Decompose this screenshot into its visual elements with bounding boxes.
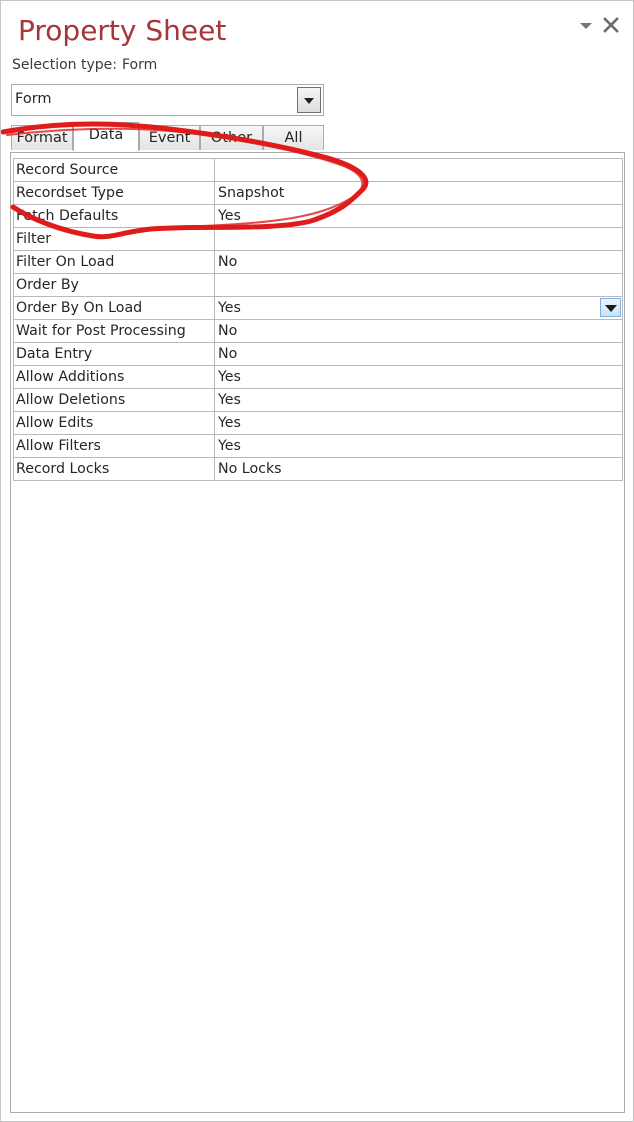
property-value[interactable]: No Locks (214, 457, 623, 481)
property-value[interactable]: Yes (214, 434, 623, 458)
object-selector-value: Form (15, 91, 52, 107)
property-value[interactable]: No (214, 342, 623, 366)
property-name: Record Source (13, 158, 215, 182)
property-row-wait-for-post-processing[interactable]: Wait for Post Processing No (13, 319, 623, 343)
property-name: Record Locks (13, 457, 215, 481)
tab-other-label: Other (210, 130, 253, 146)
dropdown-arrow-icon (605, 305, 617, 312)
selection-type: Selection type: Form (12, 57, 157, 73)
property-name: Allow Additions (13, 365, 215, 389)
property-row-allow-edits[interactable]: Allow Edits Yes (13, 411, 623, 435)
property-value[interactable]: No (214, 250, 623, 274)
property-value-cell[interactable]: Yes (214, 296, 623, 320)
property-grid: Record Source Recordset Type Snapshot Fe… (13, 158, 623, 481)
property-row-filter-on-load[interactable]: Filter On Load No (13, 250, 623, 274)
property-name: Allow Edits (13, 411, 215, 435)
property-row-allow-filters[interactable]: Allow Filters Yes (13, 434, 623, 458)
tab-other[interactable]: Other (200, 125, 263, 150)
property-row-fetch-defaults[interactable]: Fetch Defaults Yes (13, 204, 623, 228)
property-value[interactable]: Snapshot (214, 181, 623, 205)
property-dropdown-button[interactable] (600, 298, 621, 317)
property-value[interactable]: Yes (214, 388, 623, 412)
property-row-allow-additions[interactable]: Allow Additions Yes (13, 365, 623, 389)
tab-data-label: Data (88, 127, 124, 143)
property-value: Yes (218, 300, 241, 316)
tab-all[interactable]: All (263, 125, 324, 150)
property-value[interactable] (214, 158, 623, 182)
property-value[interactable]: No (214, 319, 623, 343)
tab-format-label: Format (16, 130, 68, 146)
object-selector-dropdown-button[interactable] (297, 87, 321, 113)
tab-all-label: All (284, 130, 303, 146)
property-name: Allow Filters (13, 434, 215, 458)
property-value[interactable] (214, 273, 623, 297)
property-name: Data Entry (13, 342, 215, 366)
property-row-order-by[interactable]: Order By (13, 273, 623, 297)
property-value[interactable] (214, 227, 623, 251)
property-value[interactable]: Yes (214, 204, 623, 228)
property-sheet-pane: Property Sheet Selection type: Form Form … (0, 0, 634, 1122)
property-row-record-locks[interactable]: Record Locks No Locks (13, 457, 623, 481)
property-name: Order By (13, 273, 215, 297)
pane-title: Property Sheet (18, 14, 227, 47)
tab-event-label: Event (148, 130, 191, 146)
close-button[interactable] (602, 16, 620, 34)
property-value[interactable]: Yes (214, 365, 623, 389)
property-name: Allow Deletions (13, 388, 215, 412)
selection-type-value: Form (121, 57, 158, 73)
property-row-filter[interactable]: Filter (13, 227, 623, 251)
close-icon (603, 17, 619, 33)
property-name: Filter (13, 227, 215, 251)
tab-format[interactable]: Format (11, 125, 73, 150)
property-row-order-by-on-load[interactable]: Order By On Load Yes (13, 296, 623, 320)
tab-data[interactable]: Data (73, 122, 139, 151)
property-name: Wait for Post Processing (13, 319, 215, 343)
property-row-allow-deletions[interactable]: Allow Deletions Yes (13, 388, 623, 412)
dropdown-arrow-icon (304, 98, 314, 104)
chevron-down-icon (580, 23, 592, 29)
property-row-recordset-type[interactable]: Recordset Type Snapshot (13, 181, 623, 205)
tab-event[interactable]: Event (139, 125, 200, 150)
property-row-data-entry[interactable]: Data Entry No (13, 342, 623, 366)
property-name: Order By On Load (13, 296, 215, 320)
pane-menu-button[interactable] (579, 18, 593, 32)
property-name: Fetch Defaults (13, 204, 215, 228)
object-selector-combo[interactable]: Form (11, 84, 324, 116)
property-name: Recordset Type (13, 181, 215, 205)
property-row-record-source[interactable]: Record Source (13, 158, 623, 182)
property-value[interactable]: Yes (214, 411, 623, 435)
property-name: Filter On Load (13, 250, 215, 274)
selection-type-label: Selection type: (12, 57, 117, 73)
